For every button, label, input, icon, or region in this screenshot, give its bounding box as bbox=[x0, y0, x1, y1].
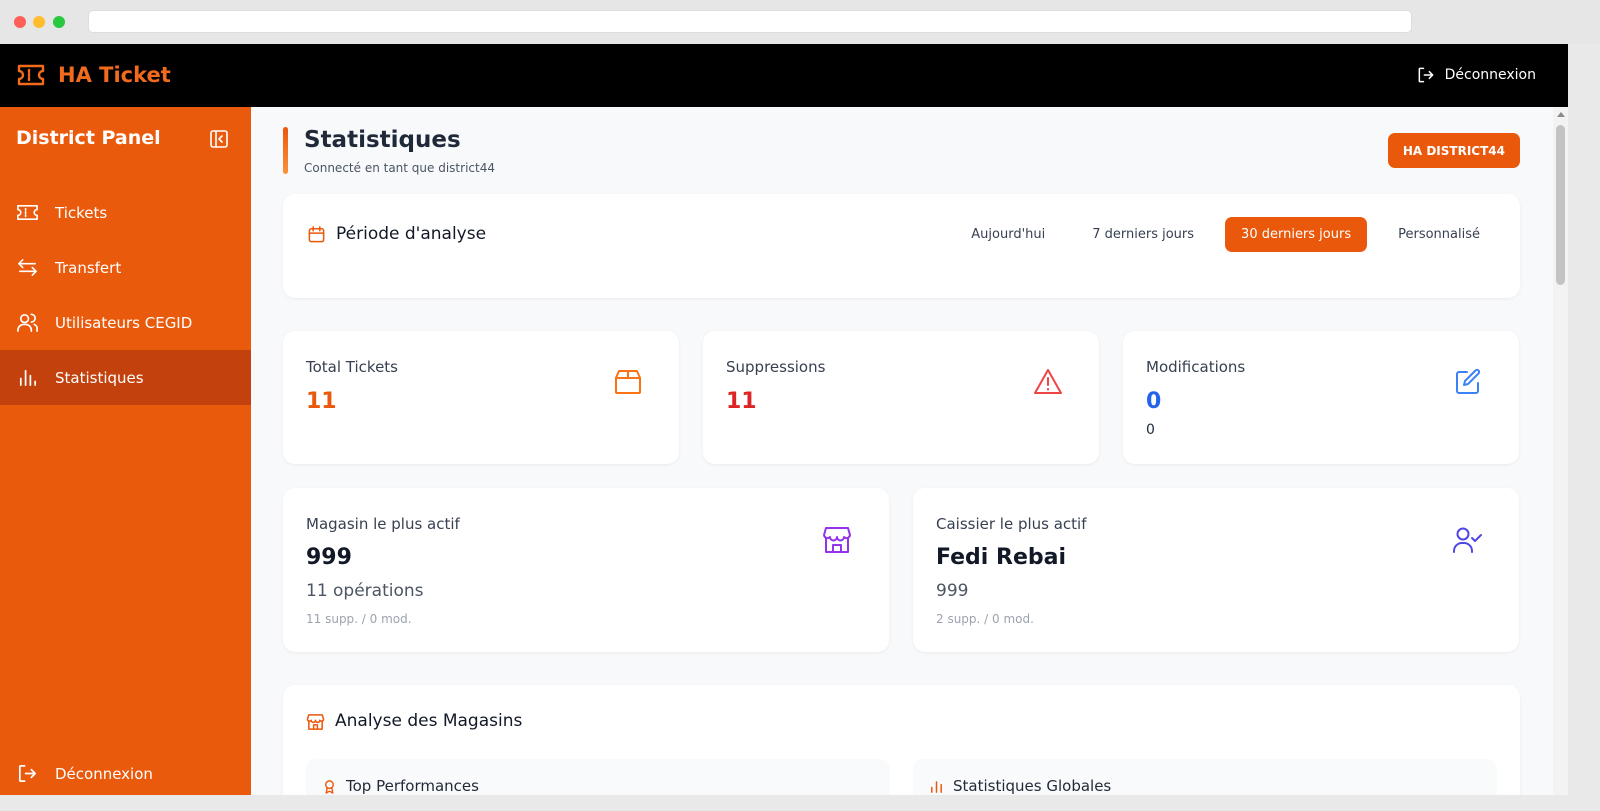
highlight-sub: 11 opérations bbox=[306, 581, 424, 601]
brand[interactable]: HA Ticket bbox=[16, 62, 171, 88]
highlight-value: Fedi Rebai bbox=[936, 545, 1067, 570]
store-icon bbox=[823, 527, 851, 553]
edit-icon bbox=[1456, 368, 1481, 394]
sidebar: District Panel Tickets Transfert Utilisa… bbox=[0, 107, 251, 795]
period-tab-today[interactable]: Aujourd'hui bbox=[955, 217, 1061, 252]
sidebar-logout-label: Déconnexion bbox=[55, 764, 153, 783]
header-logout-label: Déconnexion bbox=[1444, 67, 1536, 83]
sidebar-collapse-icon[interactable] bbox=[209, 129, 229, 149]
title-accent-bar bbox=[283, 127, 288, 174]
sidebar-item-utilisateurs[interactable]: Utilisateurs CEGID bbox=[0, 295, 251, 350]
highlight-detail: 11 supp. / 0 mod. bbox=[306, 612, 412, 626]
sidebar-item-label: Utilisateurs CEGID bbox=[55, 313, 193, 332]
stat-label: Total Tickets bbox=[306, 358, 398, 376]
app-window: HA Ticket Déconnexion District Panel Tic… bbox=[0, 44, 1568, 795]
stat-sub-value: 0 bbox=[1146, 422, 1155, 438]
store-analysis-title: Analyse des Magasins bbox=[335, 711, 523, 731]
header-logout-button[interactable]: Déconnexion bbox=[1416, 65, 1536, 85]
highlight-detail: 2 supp. / 0 mod. bbox=[936, 612, 1034, 626]
sidebar-item-label: Transfert bbox=[55, 258, 122, 277]
maximize-window-button[interactable] bbox=[53, 16, 65, 28]
sidebar-item-statistiques[interactable]: Statistiques bbox=[0, 350, 251, 405]
highlight-value: 999 bbox=[306, 545, 352, 570]
period-heading: Période d'analyse bbox=[307, 224, 486, 244]
sidebar-title: District Panel bbox=[16, 127, 161, 149]
main-content: Statistiques Connecté en tant que distri… bbox=[251, 107, 1553, 795]
district-badge[interactable]: HA DISTRICT44 bbox=[1387, 133, 1520, 168]
minimize-window-button[interactable] bbox=[33, 16, 45, 28]
user-check-icon bbox=[1453, 527, 1482, 553]
stat-value: 11 bbox=[306, 389, 337, 414]
highlight-label: Caissier le plus actif bbox=[936, 515, 1087, 533]
period-title: Période d'analyse bbox=[336, 224, 487, 244]
ticket-logo-icon bbox=[17, 64, 45, 86]
page-title: Statistiques bbox=[304, 127, 461, 153]
period-tab-30-days[interactable]: 30 derniers jours bbox=[1225, 217, 1368, 252]
global-statistics-panel: Statistiques Globales bbox=[913, 759, 1497, 795]
stat-value: 11 bbox=[726, 389, 757, 414]
period-tabs: Aujourd'hui 7 derniers jours 30 derniers… bbox=[955, 217, 1496, 252]
browser-frame: HA Ticket Déconnexion District Panel Tic… bbox=[0, 0, 1600, 811]
store-analysis-heading: Analyse des Magasins bbox=[306, 711, 522, 731]
stat-card-total-tickets: Total Tickets 11 bbox=[283, 331, 679, 464]
bar-chart-icon bbox=[931, 780, 942, 793]
scrollbar-thumb[interactable] bbox=[1556, 125, 1565, 285]
most-active-store-card: Magasin le plus actif 999 11 opérations … bbox=[283, 488, 889, 652]
top-performances-panel: Top Performances bbox=[306, 759, 890, 795]
sidebar-item-tickets[interactable]: Tickets bbox=[0, 185, 251, 240]
scroll-up-arrow-icon[interactable] bbox=[1557, 112, 1565, 117]
app-name: HA Ticket bbox=[58, 63, 171, 87]
calendar-icon bbox=[308, 225, 325, 242]
period-tab-7-days[interactable]: 7 derniers jours bbox=[1076, 217, 1210, 252]
app-header: HA Ticket Déconnexion bbox=[0, 44, 1568, 107]
close-window-button[interactable] bbox=[14, 16, 26, 28]
users-icon bbox=[17, 313, 38, 332]
ticket-icon bbox=[17, 204, 38, 221]
sidebar-item-label: Statistiques bbox=[55, 368, 144, 387]
package-icon bbox=[615, 370, 641, 394]
period-card: Période d'analyse Aujourd'hui 7 derniers… bbox=[283, 194, 1520, 298]
window-right-edge bbox=[1568, 44, 1600, 811]
logout-icon bbox=[1418, 67, 1434, 83]
stat-label: Modifications bbox=[1146, 358, 1246, 376]
stat-label: Suppressions bbox=[726, 358, 826, 376]
stat-value: 0 bbox=[1146, 389, 1162, 414]
stat-card-modifications: Modifications 0 0 bbox=[1123, 331, 1519, 464]
sidebar-item-transfert[interactable]: Transfert bbox=[0, 240, 251, 295]
sidebar-logout-button[interactable]: Déconnexion bbox=[16, 762, 153, 785]
browser-titlebar bbox=[0, 0, 1600, 44]
main-scrollbar[interactable] bbox=[1553, 107, 1568, 795]
top-performances-heading: Top Performances bbox=[322, 777, 479, 795]
page-subtitle: Connecté en tant que district44 bbox=[304, 161, 495, 175]
highlight-label: Magasin le plus actif bbox=[306, 515, 460, 533]
most-active-cashier-card: Caissier le plus actif Fedi Rebai 999 2 … bbox=[913, 488, 1519, 652]
global-statistics-heading: Statistiques Globales bbox=[929, 777, 1111, 795]
stat-card-suppressions: Suppressions 11 bbox=[703, 331, 1099, 464]
bar-chart-icon bbox=[19, 369, 37, 387]
top-performances-title: Top Performances bbox=[346, 777, 479, 795]
store-analysis-card: Analyse des Magasins Top Performances St… bbox=[283, 685, 1520, 795]
highlight-sub: 999 bbox=[936, 581, 969, 601]
period-tab-custom[interactable]: Personnalisé bbox=[1382, 217, 1496, 252]
warning-triangle-icon bbox=[1034, 369, 1062, 394]
sidebar-item-label: Tickets bbox=[55, 203, 108, 222]
address-bar[interactable] bbox=[88, 10, 1412, 33]
global-statistics-title: Statistiques Globales bbox=[953, 777, 1112, 795]
window-bottom-edge bbox=[0, 795, 1600, 811]
award-icon bbox=[325, 779, 334, 794]
store-icon bbox=[306, 713, 325, 730]
arrows-left-right-icon bbox=[18, 259, 37, 276]
logout-icon bbox=[18, 764, 37, 783]
sidebar-nav: Tickets Transfert Utilisateurs CEGID Sta… bbox=[0, 185, 251, 405]
